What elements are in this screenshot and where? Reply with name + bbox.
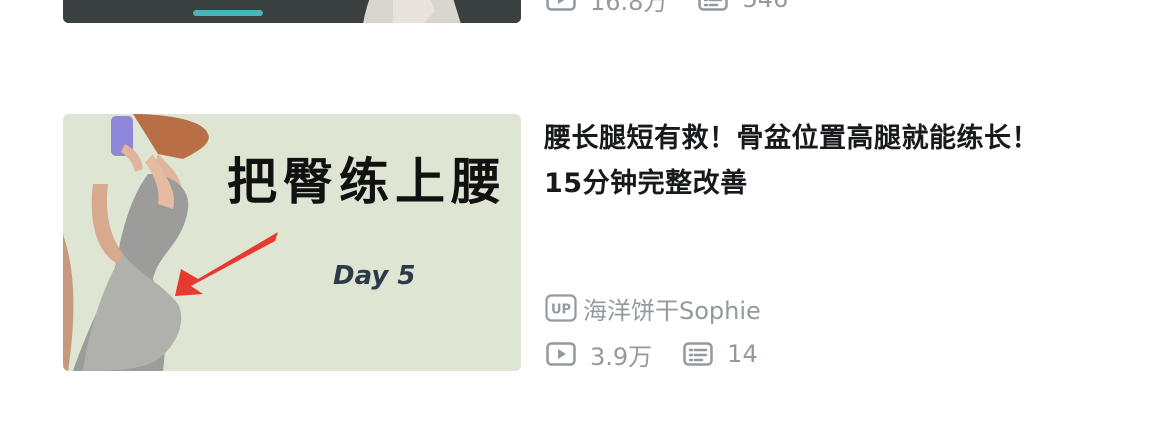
thumbnail-image-previous	[63, 0, 521, 23]
comments-stat: 14	[682, 338, 758, 370]
video-card-previous[interactable]: 16.8万 546	[63, 0, 1063, 24]
uploader-name[interactable]: 海洋饼干Sophie	[583, 291, 761, 326]
thumbnail-headline: 把臀练上腰	[227, 153, 507, 211]
play-icon	[545, 0, 577, 15]
up-badge-text: UP	[551, 303, 571, 318]
up-badge-icon: UP	[545, 293, 577, 323]
danmaku-icon	[697, 0, 729, 15]
views-stat: 16.8万	[545, 0, 667, 17]
comments-stat: 546	[697, 0, 788, 15]
play-icon	[545, 338, 577, 370]
video-card[interactable]: 把臀练上腰 Day 5 腰长腿短有救！骨盆位置高腿就能练长！15分钟完整改善 U…	[63, 114, 1063, 371]
video-thumbnail-previous[interactable]	[63, 0, 521, 23]
video-stats: 3.9万 14	[545, 337, 788, 371]
video-info-previous: 16.8万 546	[544, 0, 1064, 23]
video-stats-previous: 16.8万 546	[545, 0, 818, 16]
video-thumbnail[interactable]: 把臀练上腰 Day 5	[63, 114, 521, 371]
views-count: 16.8万	[590, 0, 668, 16]
views-count: 3.9万	[590, 342, 653, 371]
views-stat: 3.9万	[545, 337, 652, 372]
uploader[interactable]: UP 海洋饼干Sophie	[545, 291, 761, 325]
comments-count: 546	[742, 0, 788, 13]
thumbnail-tag: Day 5	[333, 261, 416, 291]
video-title[interactable]: 腰长腿短有救！骨盆位置高腿就能练长！15分钟完整改善	[544, 116, 1064, 206]
video-info: 腰长腿短有救！骨盆位置高腿就能练长！15分钟完整改善 UP 海洋饼干Sophie…	[544, 114, 1064, 371]
danmaku-icon	[682, 338, 714, 370]
comments-count: 14	[727, 340, 758, 368]
